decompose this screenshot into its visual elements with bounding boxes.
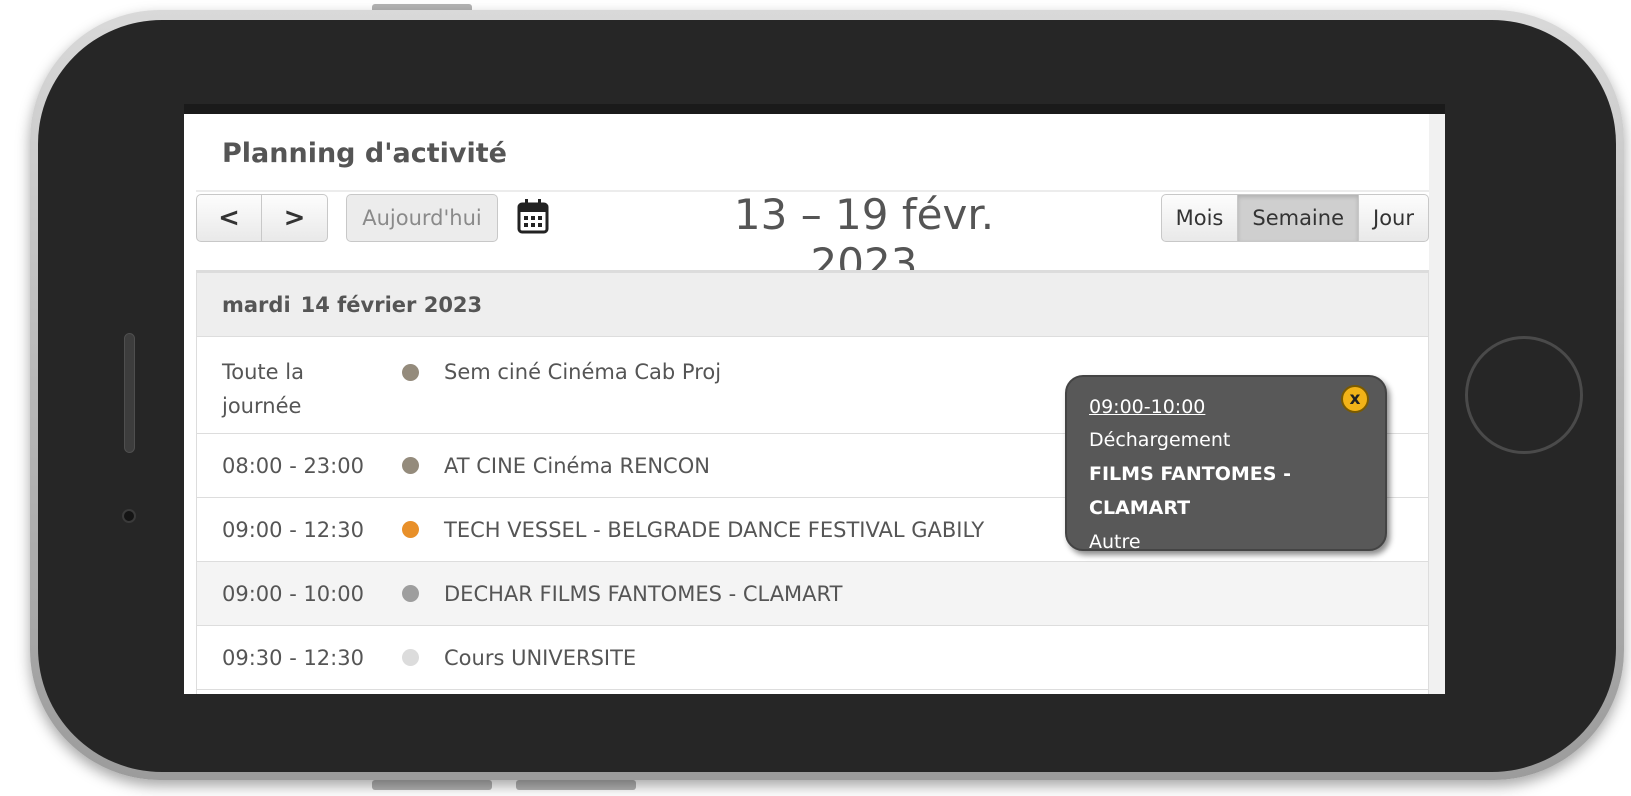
popover-title: FILMS FANTOMES - CLAMART: [1089, 463, 1291, 519]
today-button[interactable]: Aujourd'hui: [346, 194, 498, 242]
event-time: 09:00 - 12:30: [222, 517, 364, 542]
event-time: 09:00 - 10:00: [222, 581, 364, 606]
phone-camera: [122, 509, 136, 523]
popover-time-link[interactable]: 09:00-10:00: [1089, 391, 1363, 423]
day-header-date: 14 février 2023: [300, 292, 483, 317]
event-title: AT CINE Cinéma RENCON: [444, 453, 710, 478]
view-switcher: Mois Semaine Jour: [1160, 194, 1429, 242]
event-color-dot: [402, 364, 419, 381]
phone-speaker: [124, 333, 135, 453]
event-title: DECHAR FILMS FANTOMES - CLAMART: [444, 581, 843, 606]
event-popover: 09:00-10:00 Déchargement FILMS FANTOMES …: [1065, 375, 1387, 553]
event-color-dot: [402, 585, 419, 602]
day-header-weekday: mardi: [222, 292, 291, 317]
view-month-button[interactable]: Mois: [1160, 194, 1239, 242]
view-week-button[interactable]: Semaine: [1238, 194, 1359, 242]
event-time: Toute la journée: [222, 360, 304, 418]
next-week-button[interactable]: >: [262, 194, 328, 242]
screen-top-edge: [184, 104, 1445, 114]
popover-category: Autre: [1089, 531, 1141, 553]
phone-home-button: [1465, 336, 1583, 454]
event-time: 09:30 - 12:30: [222, 645, 364, 670]
page-title: Planning d'activité: [222, 138, 507, 169]
calendar-icon[interactable]: [517, 198, 549, 236]
event-row[interactable]: 09:30 - 12:30 Cours UNIVERSITE: [197, 626, 1428, 690]
prev-week-button[interactable]: <: [196, 194, 262, 242]
event-title: Cours UNIVERSITE: [444, 645, 637, 670]
event-color-dot: [402, 649, 419, 666]
phone-volume-up-button: [372, 780, 492, 790]
event-title: Sem ciné Cinéma Cab Proj: [444, 360, 722, 384]
phone-volume-down-button: [516, 780, 636, 790]
event-time: 08:00 - 23:00: [222, 453, 364, 478]
event-color-dot: [402, 457, 419, 474]
event-color-dot: [402, 521, 419, 538]
day-header: mardi 14 février 2023: [197, 273, 1428, 337]
close-icon[interactable]: x: [1341, 385, 1369, 413]
event-row-selected[interactable]: 09:00 - 10:00 DECHAR FILMS FANTOMES - CL…: [197, 562, 1428, 626]
nav-button-group: < >: [196, 194, 328, 242]
screen-right-gutter: [1429, 114, 1445, 694]
event-title: TECH VESSEL - BELGRADE DANCE FESTIVAL GA…: [444, 517, 985, 542]
popover-type: Déchargement: [1089, 429, 1231, 451]
view-day-button[interactable]: Jour: [1359, 194, 1429, 242]
